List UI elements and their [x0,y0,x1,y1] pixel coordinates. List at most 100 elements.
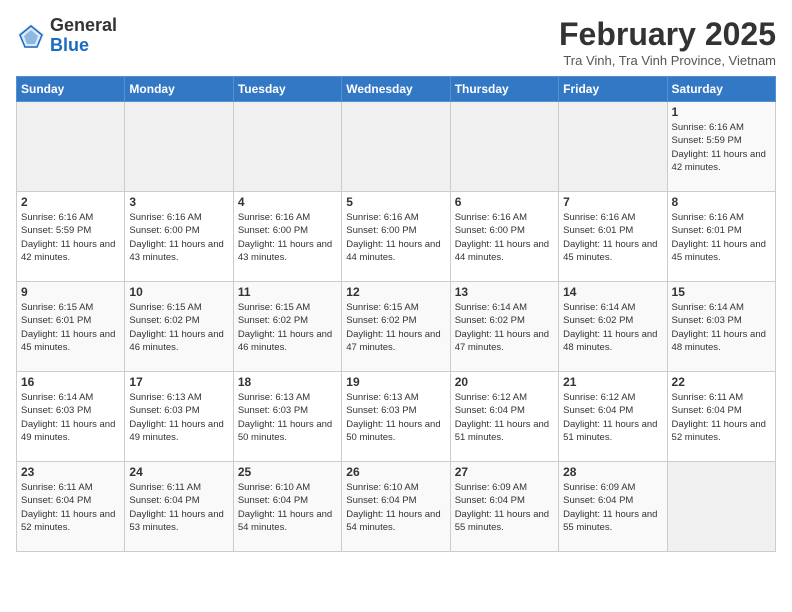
calendar-week-row: 1Sunrise: 6:16 AM Sunset: 5:59 PM Daylig… [17,102,776,192]
weekday-header: Wednesday [342,77,450,102]
day-info: Sunrise: 6:09 AM Sunset: 6:04 PM Dayligh… [563,481,662,534]
day-info: Sunrise: 6:16 AM Sunset: 6:00 PM Dayligh… [346,211,445,264]
month-title: February 2025 [559,16,776,53]
calendar-header: SundayMondayTuesdayWednesdayThursdayFrid… [17,77,776,102]
day-number: 12 [346,285,445,299]
calendar-week-row: 9Sunrise: 6:15 AM Sunset: 6:01 PM Daylig… [17,282,776,372]
day-info: Sunrise: 6:14 AM Sunset: 6:03 PM Dayligh… [21,391,120,444]
day-info: Sunrise: 6:16 AM Sunset: 6:00 PM Dayligh… [129,211,228,264]
day-number: 28 [563,465,662,479]
day-info: Sunrise: 6:12 AM Sunset: 6:04 PM Dayligh… [455,391,554,444]
day-number: 10 [129,285,228,299]
calendar-day-cell: 5 Sunrise: 6:16 AM Sunset: 6:00 PM Daylig… [342,192,450,282]
logo-blue: Blue [50,36,117,56]
calendar-day-cell: 6Sunrise: 6:16 AM Sunset: 6:00 PM Daylig… [450,192,558,282]
day-number: 5 [346,195,445,209]
calendar-day-cell: 25 Sunrise: 6:10 AM Sunset: 6:04 PM Dayli… [233,462,341,552]
calendar-day-cell: 8Sunrise: 6:16 AM Sunset: 6:01 PM Daylig… [667,192,775,282]
day-number: 15 [672,285,771,299]
calendar-day-cell [342,102,450,192]
day-info: Sunrise: 6:09 AM Sunset: 6:04 PM Dayligh… [455,481,554,534]
calendar-day-cell: 1Sunrise: 6:16 AM Sunset: 5:59 PM Daylig… [667,102,775,192]
calendar-week-row: 16 Sunrise: 6:14 AM Sunset: 6:03 PM Dayli… [17,372,776,462]
day-number: 21 [563,375,662,389]
calendar-day-cell [17,102,125,192]
calendar-day-cell: 4 Sunrise: 6:16 AM Sunset: 6:00 PM Daylig… [233,192,341,282]
day-number: 25 [238,465,337,479]
day-number: 16 [21,375,120,389]
day-info: Sunrise: 6:12 AM Sunset: 6:04 PM Dayligh… [563,391,662,444]
day-info: Sunrise: 6:14 AM Sunset: 6:03 PM Dayligh… [672,301,771,354]
weekday-header: Sunday [17,77,125,102]
calendar-day-cell: 10Sunrise: 6:15 AM Sunset: 6:02 PM Dayli… [125,282,233,372]
day-number: 19 [346,375,445,389]
day-info: Sunrise: 6:16 AM Sunset: 5:59 PM Dayligh… [21,211,120,264]
calendar-day-cell: 23 Sunrise: 6:11 AM Sunset: 6:04 PM Dayli… [17,462,125,552]
day-info: Sunrise: 6:10 AM Sunset: 6:04 PM Dayligh… [346,481,445,534]
day-number: 4 [238,195,337,209]
calendar-body: 1Sunrise: 6:16 AM Sunset: 5:59 PM Daylig… [17,102,776,552]
calendar-week-row: 2 Sunrise: 6:16 AM Sunset: 5:59 PM Daylig… [17,192,776,282]
day-number: 27 [455,465,554,479]
day-info: Sunrise: 6:14 AM Sunset: 6:02 PM Dayligh… [455,301,554,354]
calendar-day-cell: 26 Sunrise: 6:10 AM Sunset: 6:04 PM Dayli… [342,462,450,552]
day-number: 2 [21,195,120,209]
calendar-day-cell: 18Sunrise: 6:13 AM Sunset: 6:03 PM Dayli… [233,372,341,462]
calendar-day-cell: 14 Sunrise: 6:14 AM Sunset: 6:02 PM Dayli… [559,282,667,372]
day-info: Sunrise: 6:13 AM Sunset: 6:03 PM Dayligh… [129,391,228,444]
calendar-day-cell [559,102,667,192]
calendar-day-cell: 17 Sunrise: 6:13 AM Sunset: 6:03 PM Dayli… [125,372,233,462]
day-number: 17 [129,375,228,389]
logo: General Blue [16,16,117,56]
calendar-day-cell: 11 Sunrise: 6:15 AM Sunset: 6:02 PM Dayli… [233,282,341,372]
calendar-day-cell [667,462,775,552]
calendar-day-cell: 7 Sunrise: 6:16 AM Sunset: 6:01 PM Daylig… [559,192,667,282]
calendar-day-cell [125,102,233,192]
day-info: Sunrise: 6:11 AM Sunset: 6:04 PM Dayligh… [672,391,771,444]
weekday-header: Friday [559,77,667,102]
weekday-header: Tuesday [233,77,341,102]
day-info: Sunrise: 6:16 AM Sunset: 6:01 PM Dayligh… [563,211,662,264]
day-info: Sunrise: 6:11 AM Sunset: 6:04 PM Dayligh… [129,481,228,534]
day-number: 14 [563,285,662,299]
calendar-day-cell: 22 Sunrise: 6:11 AM Sunset: 6:04 PM Dayli… [667,372,775,462]
calendar-day-cell [450,102,558,192]
calendar-day-cell: 13 Sunrise: 6:14 AM Sunset: 6:02 PM Dayli… [450,282,558,372]
day-number: 20 [455,375,554,389]
logo-general: General [50,16,117,36]
calendar-day-cell: 15 Sunrise: 6:14 AM Sunset: 6:03 PM Dayli… [667,282,775,372]
day-info: Sunrise: 6:16 AM Sunset: 6:00 PM Dayligh… [238,211,337,264]
calendar-day-cell: 28 Sunrise: 6:09 AM Sunset: 6:04 PM Dayli… [559,462,667,552]
calendar-day-cell: 21 Sunrise: 6:12 AM Sunset: 6:04 PM Dayli… [559,372,667,462]
day-number: 18 [238,375,337,389]
day-info: Sunrise: 6:10 AM Sunset: 6:04 PM Dayligh… [238,481,337,534]
day-info: Sunrise: 6:11 AM Sunset: 6:04 PM Dayligh… [21,481,120,534]
day-number: 8 [672,195,771,209]
day-number: 26 [346,465,445,479]
day-number: 3 [129,195,228,209]
calendar-day-cell: 24 Sunrise: 6:11 AM Sunset: 6:04 PM Dayli… [125,462,233,552]
day-info: Sunrise: 6:15 AM Sunset: 6:01 PM Dayligh… [21,301,120,354]
day-info: Sunrise: 6:14 AM Sunset: 6:02 PM Dayligh… [563,301,662,354]
calendar-day-cell: 3 Sunrise: 6:16 AM Sunset: 6:00 PM Daylig… [125,192,233,282]
day-number: 13 [455,285,554,299]
day-number: 24 [129,465,228,479]
calendar-day-cell: 12 Sunrise: 6:15 AM Sunset: 6:02 PM Dayli… [342,282,450,372]
day-info: Sunrise: 6:15 AM Sunset: 6:02 PM Dayligh… [238,301,337,354]
day-number: 11 [238,285,337,299]
day-number: 7 [563,195,662,209]
calendar-week-row: 23 Sunrise: 6:11 AM Sunset: 6:04 PM Dayli… [17,462,776,552]
weekday-header: Thursday [450,77,558,102]
day-info: Sunrise: 6:13 AM Sunset: 6:03 PM Dayligh… [346,391,445,444]
weekday-header: Monday [125,77,233,102]
calendar-day-cell: 16 Sunrise: 6:14 AM Sunset: 6:03 PM Dayli… [17,372,125,462]
calendar-day-cell: 2 Sunrise: 6:16 AM Sunset: 5:59 PM Daylig… [17,192,125,282]
calendar-day-cell: 27 Sunrise: 6:09 AM Sunset: 6:04 PM Dayli… [450,462,558,552]
day-info: Sunrise: 6:16 AM Sunset: 6:00 PM Dayligh… [455,211,554,264]
day-number: 22 [672,375,771,389]
location-subtitle: Tra Vinh, Tra Vinh Province, Vietnam [559,53,776,68]
calendar-day-cell: 9Sunrise: 6:15 AM Sunset: 6:01 PM Daylig… [17,282,125,372]
title-block: February 2025 Tra Vinh, Tra Vinh Provinc… [559,16,776,68]
day-number: 23 [21,465,120,479]
day-info: Sunrise: 6:15 AM Sunset: 6:02 PM Dayligh… [346,301,445,354]
